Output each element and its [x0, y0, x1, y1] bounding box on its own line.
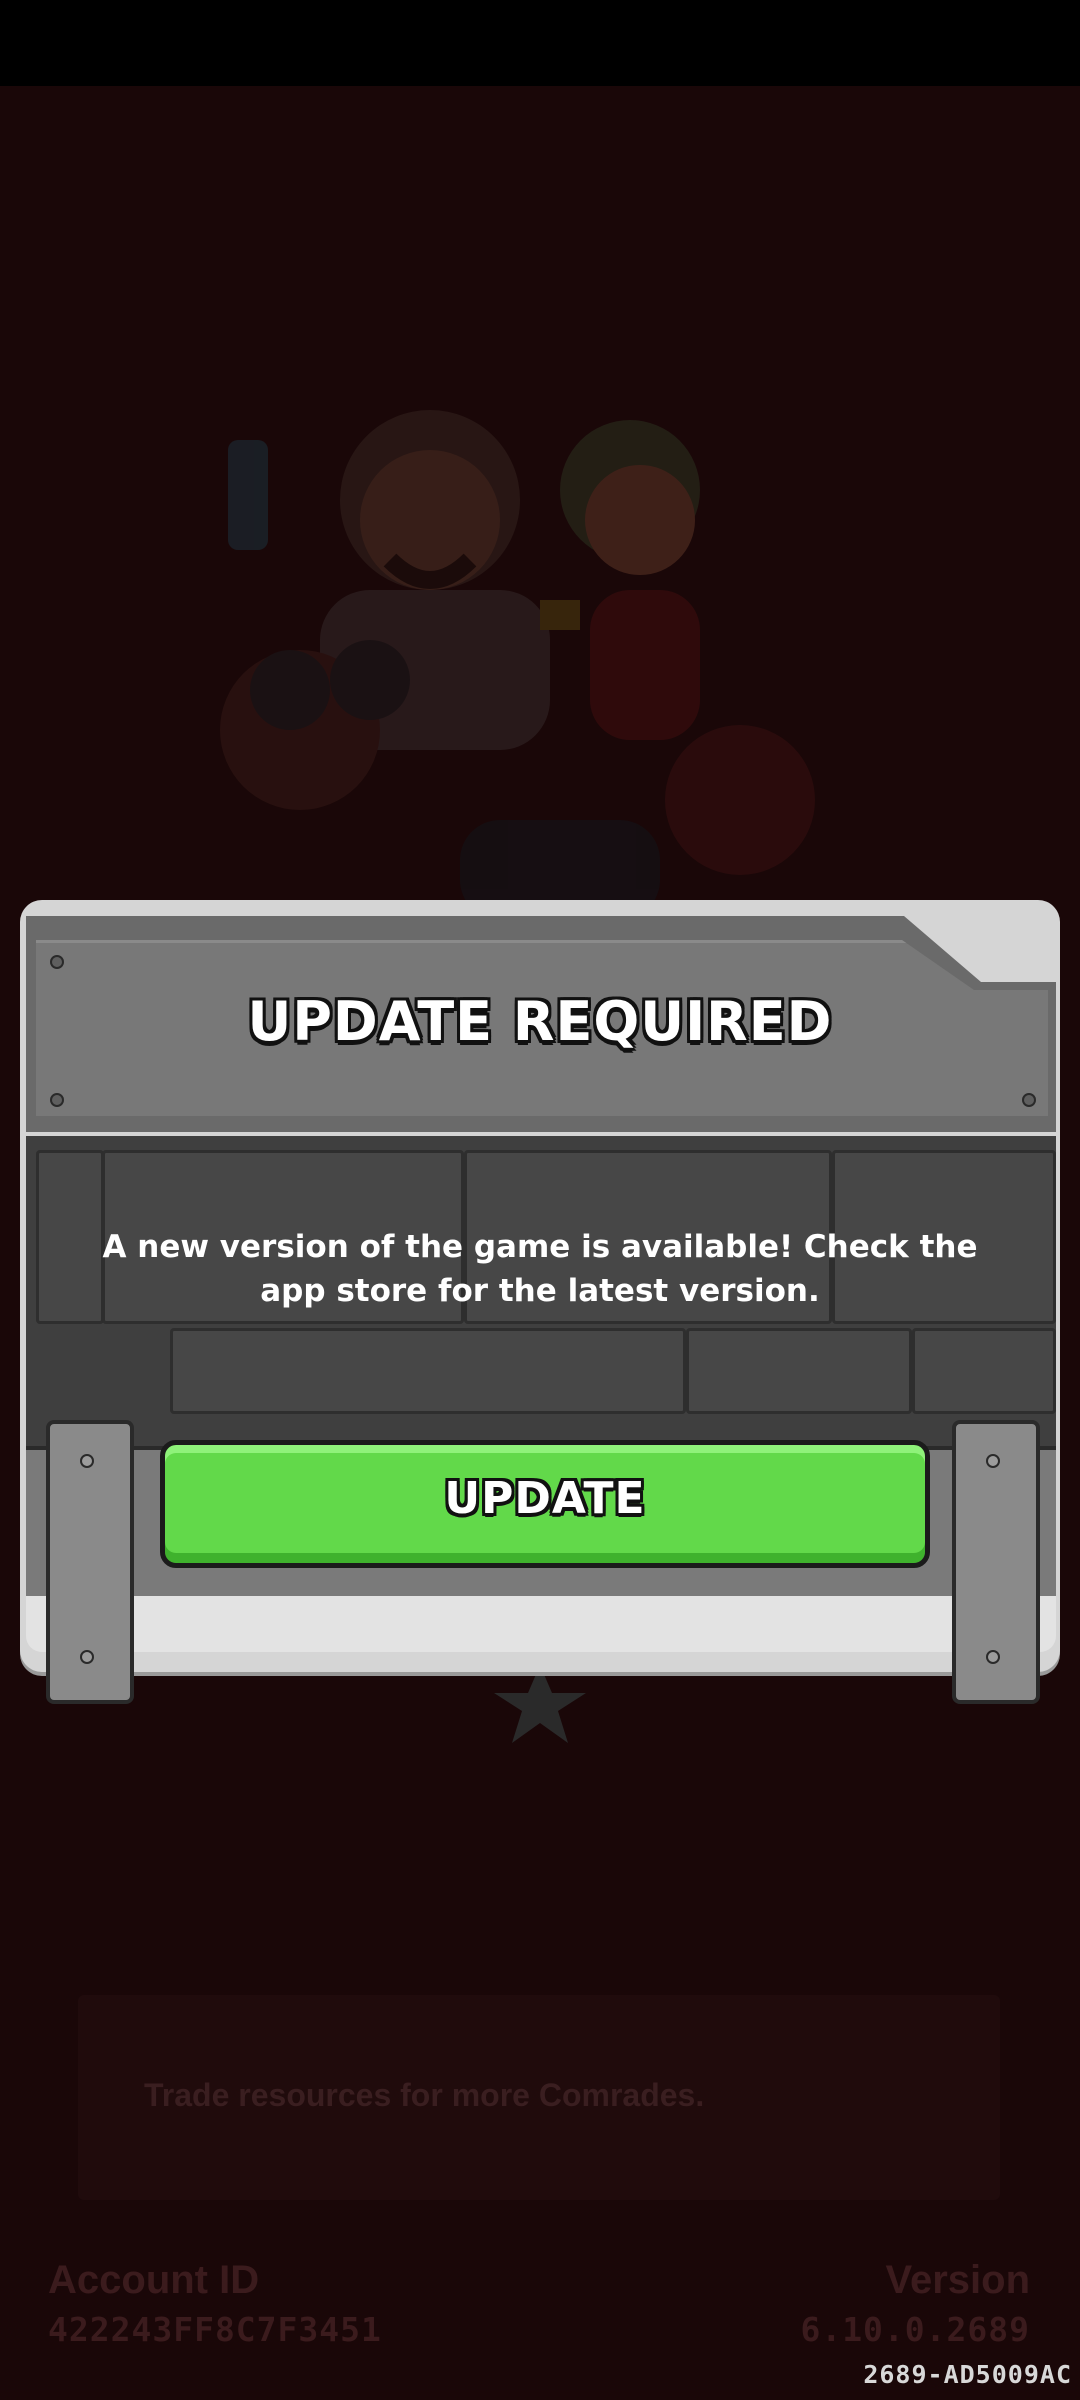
account-id-value: 422243FF8C7F3451 [48, 2310, 382, 2349]
rivet [50, 955, 64, 969]
build-id-text: 2689-AD5009AC [863, 2360, 1072, 2389]
update-button[interactable]: UPDATE [160, 1440, 930, 1568]
update-required-dialog: UPDATE REQUIRED A new version of the gam… [20, 900, 1060, 1704]
metal-plate [36, 1150, 104, 1324]
game-screen: Trade resources for more Comrades. Accou… [0, 0, 1080, 2400]
metal-plate [170, 1328, 686, 1414]
version-label: Version [885, 2258, 1030, 2302]
trade-panel: Trade resources for more Comrades. [78, 1995, 1000, 2200]
update-button-label: UPDATE [444, 1473, 646, 1524]
dialog-message: A new version of the game is available! … [102, 1229, 978, 1309]
rivet [986, 1454, 1000, 1468]
rivet [80, 1454, 94, 1468]
rivet [1022, 1093, 1036, 1107]
version-value: 6.10.0.2689 [800, 2310, 1030, 2349]
metal-plate [912, 1328, 1056, 1414]
rivet [986, 1650, 1000, 1664]
status-bar [0, 0, 1080, 86]
right-bracket [952, 1420, 1040, 1704]
account-id-label: Account ID [48, 2258, 260, 2302]
character-illustration [220, 410, 815, 920]
rivet [50, 1093, 64, 1107]
star-icon [494, 1665, 586, 1743]
left-bracket [46, 1420, 134, 1704]
dialog-title: UPDATE REQUIRED [247, 990, 833, 1053]
rivet [80, 1650, 94, 1664]
metal-plate [686, 1328, 912, 1414]
footer-trim [26, 1596, 1056, 1652]
trade-resources-text: Trade resources for more Comrades. [144, 2077, 705, 2113]
